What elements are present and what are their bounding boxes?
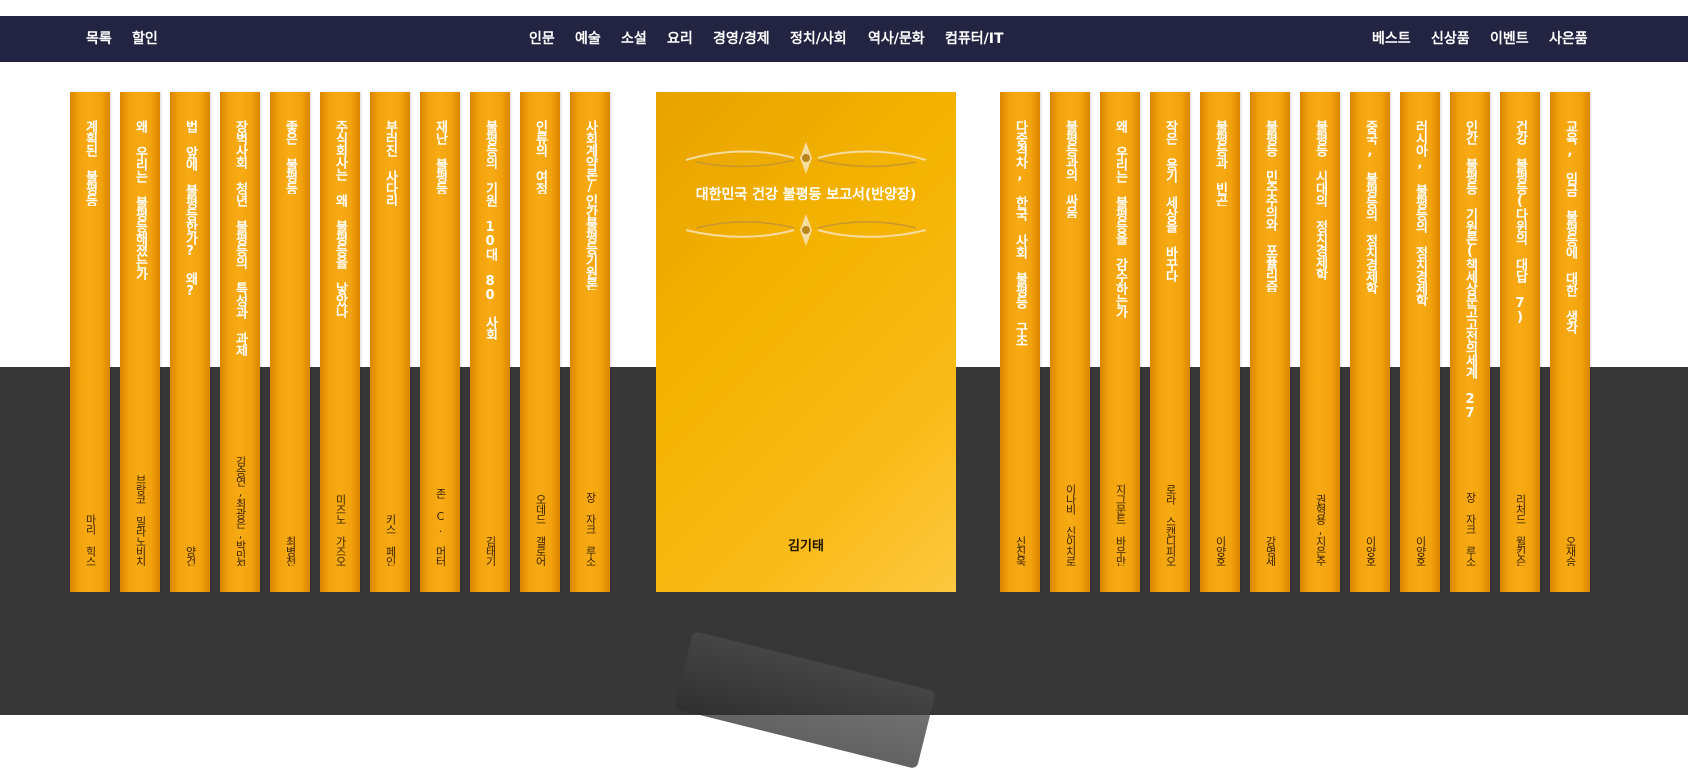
book-title: 부러진 사다리 [382, 120, 398, 206]
book-spine[interactable]: 왜 우리는 불평등을 감수하는가 지그문트 바우만 [1100, 92, 1140, 592]
book-author: 김태기 [484, 536, 497, 566]
book-spine[interactable]: 재난 불평등 존 C. 머터 [420, 92, 460, 592]
nav-item-humanities[interactable]: 인문 [529, 16, 555, 62]
book-spine[interactable]: 인간 불평등 기원론(책세상문고고전의세계 27) 장 자크 루소 [1450, 92, 1490, 592]
book-author: 존 C. 머터 [434, 488, 447, 566]
book-author: 신진욱 [1014, 536, 1027, 566]
book-spine[interactable]: 불평등 시대의 정치경제학 권혁용,지은주 [1300, 92, 1340, 592]
book-author: 미즈노 가즈오 [334, 494, 347, 566]
book-author: 권혁용,지은주 [1314, 494, 1327, 566]
nav-item-art[interactable]: 예술 [575, 16, 601, 62]
book-spine[interactable]: 부러진 사다리 키스 페인 [370, 92, 410, 592]
book-author: 오재승 [1564, 536, 1577, 566]
book-spine[interactable]: 러시아, 불평등의 정치경제학 이양호 [1400, 92, 1440, 592]
book-author: 이양호 [1214, 536, 1227, 566]
book-author: 김승연,최광은,박민진 [234, 456, 247, 566]
book-title: 불평등과 빈곤 [1212, 120, 1228, 206]
featured-book-author: 김기태 [788, 539, 824, 554]
book-author: 이양호 [1364, 536, 1377, 566]
book-spine[interactable]: 다중격차, 한국 사회 불평등 구조 신진욱 [1000, 92, 1040, 592]
book-spine[interactable]: 중국, 불평등의 정치경제학 이양호 [1350, 92, 1390, 592]
book-author: 지그문트 바우만 [1114, 484, 1127, 566]
book-spine[interactable]: 사회계약론/인간불평등기원론 장 자크 루소 [570, 92, 610, 592]
book-author: 최병천 [284, 536, 297, 566]
book-author: 강명세 [1264, 536, 1277, 566]
book-author: 이나비 신이치로 [1064, 484, 1077, 566]
book-title: 러시아, 불평등의 정치경제학 [1412, 120, 1428, 306]
nav-item-event[interactable]: 이벤트 [1490, 16, 1529, 62]
nav-item-computer[interactable]: 컴퓨터/IT [945, 16, 1004, 62]
nav-item-gift[interactable]: 사은품 [1549, 16, 1588, 62]
book-title: 불평등 민주주의와 포퓰리즘 [1262, 120, 1278, 292]
book-author: 마리 힉스 [84, 514, 97, 566]
book-title: 법 앞에 불평등한가? 왜? [182, 120, 198, 298]
book-author: 양건 [184, 546, 197, 566]
book-spine[interactable]: 좋은 불평등 최병천 [270, 92, 310, 592]
book-spine[interactable]: 불평등 민주주의와 포퓰리즘 강명세 [1250, 92, 1290, 592]
nav-item-new[interactable]: 신상품 [1431, 16, 1470, 62]
book-spine[interactable]: 계획된 불평등 마리 힉스 [70, 92, 110, 592]
book-title: 장벽사회 청년 불평등의 특성과 과제 [232, 120, 248, 356]
nav-item-history[interactable]: 역사/문화 [868, 16, 925, 62]
book-title: 불평등 시대의 정치경제학 [1312, 120, 1328, 280]
book-spine[interactable]: 법 앞에 불평등한가? 왜? 양건 [170, 92, 210, 592]
book-title: 다중격차, 한국 사회 불평등 구조 [1012, 120, 1028, 346]
book-title: 불평등과의 싸움 [1062, 120, 1078, 218]
book-author: 브랑코 밀라노비치 [134, 474, 147, 566]
book-spine[interactable]: 교육, 임금 불평등에 대한 생각 오재승 [1550, 92, 1590, 592]
book-author: 키스 페인 [384, 514, 397, 566]
book-spine[interactable]: 주식회사는 왜 불평등을 낳았나 미즈노 가즈오 [320, 92, 360, 592]
book-title: 사회계약론/인간불평등기원론 [582, 120, 598, 290]
book-title: 불평등의 기원 10대 80 사회 [482, 120, 498, 340]
nav-item-novel[interactable]: 소설 [621, 16, 647, 62]
featured-book-title: 대한민국 건강 불평등 보고서(반양장) [695, 187, 917, 203]
top-margin [0, 0, 1688, 16]
book-spine[interactable]: 왜 우리는 불평등해졌는가 브랑코 밀라노비치 [120, 92, 160, 592]
top-navigation-bar: 목록 할인 인문 예술 소설 요리 경영/경제 정치/사회 역사/문화 컴퓨터/… [0, 16, 1688, 62]
book-spine[interactable]: 불평등과의 싸움 이나비 신이치로 [1050, 92, 1090, 592]
book-spine[interactable]: 불평등과 빈곤 이양호 [1200, 92, 1240, 592]
nav-item-politics[interactable]: 정치/사회 [790, 16, 847, 62]
book-title: 교육, 임금 불평등에 대한 생각 [1562, 120, 1578, 334]
book-title: 건강 불평등(다윈의 대답 7) [1512, 120, 1528, 324]
book-author: 이양호 [1414, 536, 1427, 566]
book-title: 계획된 불평등 [82, 120, 98, 206]
book-title: 주식회사는 왜 불평등을 낳았나 [332, 120, 348, 318]
nav-item-discount[interactable]: 할인 [132, 16, 158, 62]
book-title: 중국, 불평등의 정치경제학 [1362, 120, 1378, 294]
book-spine[interactable]: 불평등의 기원 10대 80 사회 김태기 [470, 92, 510, 592]
featured-book[interactable]: 대한민국 건강 불평등 보고서(반양장) 김기태 [656, 92, 956, 592]
book-author: 장 자크 루소 [584, 492, 597, 566]
ornament-bottom-icon [685, 214, 927, 246]
book-title: 왜 우리는 불평등을 감수하는가 [1112, 120, 1128, 318]
book-title: 좋은 불평등 [282, 120, 298, 194]
book-title: 재난 불평등 [432, 120, 448, 194]
book-spine[interactable]: 건강 불평등(다윈의 대답 7) 리처드 윌킨슨 [1500, 92, 1540, 592]
book-author: 오데드 갤로어 [534, 494, 547, 566]
book-author: 리처드 윌킨슨 [1514, 494, 1527, 566]
book-title: 왜 우리는 불평등해졌는가 [132, 120, 148, 280]
book-title: 작은 용기 세상을 바꾸다 [1162, 120, 1178, 282]
nav-item-best[interactable]: 베스트 [1372, 16, 1411, 62]
book-author: 장 자크 루소 [1464, 492, 1477, 566]
book-author: 로라 스캔디피오 [1164, 484, 1177, 566]
nav-item-business[interactable]: 경영/경제 [713, 16, 770, 62]
book-spine[interactable]: 작은 용기 세상을 바꾸다 로라 스캔디피오 [1150, 92, 1190, 592]
nav-item-cooking[interactable]: 요리 [667, 16, 693, 62]
ornament-top-icon [685, 142, 927, 174]
book-title: 인간 불평등 기원론(책세상문고고전의세계 27) [1462, 120, 1478, 420]
nav-item-list[interactable]: 목록 [86, 16, 112, 62]
book-spine[interactable]: 장벽사회 청년 불평등의 특성과 과제 김승연,최광은,박민진 [220, 92, 260, 592]
book-title: 인류의 여정 [532, 120, 548, 194]
book-spine[interactable]: 인류의 여정 오데드 갤로어 [520, 92, 560, 592]
